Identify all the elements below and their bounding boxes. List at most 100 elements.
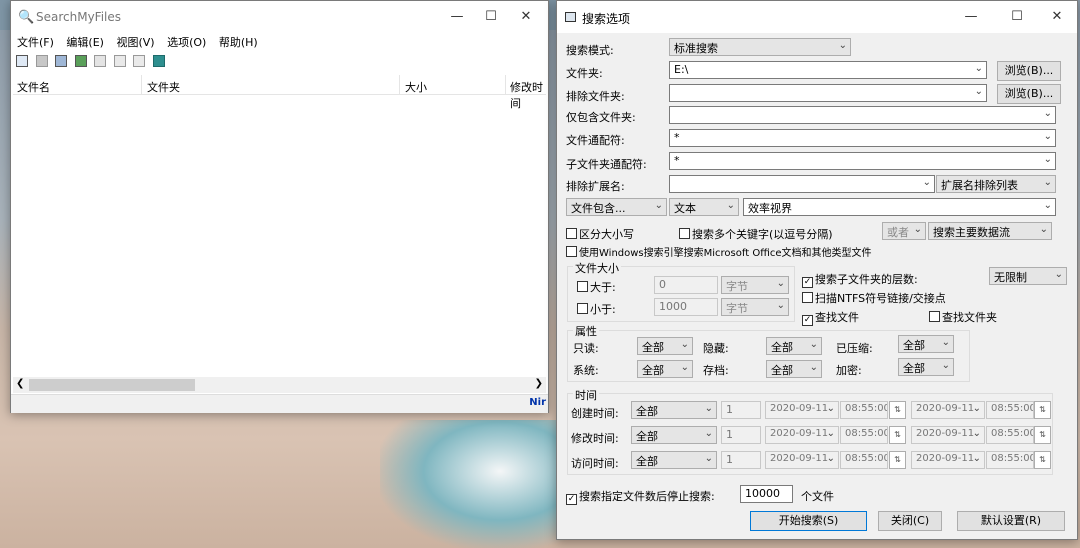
chevron-down-icon: ⌄ — [913, 224, 922, 235]
or-select[interactable]: 或者 ⌄ — [882, 222, 926, 240]
time-from-input[interactable]: 08:55:00 — [840, 451, 888, 469]
close-button[interactable]: ✕ — [1034, 1, 1080, 33]
copy-icon[interactable] — [94, 55, 106, 67]
spinner-icon[interactable]: ⇅ — [889, 401, 906, 419]
windows-search-checkbox[interactable]: 使用Windows搜索引擎搜索Microsoft Office文档和其他类型文件 — [566, 244, 872, 259]
contains-input[interactable]: 效率视界 ⌄ — [743, 198, 1056, 216]
nirsoft-logo[interactable]: Nir — [529, 397, 546, 408]
col-folder[interactable]: 文件夹 — [147, 79, 180, 95]
spinner-icon[interactable]: ⇅ — [889, 451, 906, 469]
save-icon[interactable] — [55, 55, 67, 67]
spinner-icon[interactable]: ⇅ — [1034, 401, 1051, 419]
open-icon[interactable] — [35, 55, 48, 67]
date-to-input[interactable]: 2020-09-11 ⌄ — [911, 451, 985, 469]
scrollbar-thumb[interactable] — [29, 379, 195, 391]
smaller-input[interactable]: 1000 — [654, 298, 718, 316]
time-range-select[interactable]: 全部 ⌄ — [631, 451, 717, 469]
date-from-input[interactable]: 2020-09-11 ⌄ — [765, 451, 839, 469]
exclude-ext-input[interactable]: ⌄ — [669, 175, 935, 193]
data-stream-select[interactable]: 搜索主要数据流 ⌄ — [928, 222, 1052, 240]
horizontal-scrollbar[interactable]: ❮ ❯ — [13, 377, 546, 393]
exclude-folder-input[interactable]: ⌄ — [669, 84, 987, 102]
date-from-input[interactable]: 2020-09-11 ⌄ — [765, 426, 839, 444]
scan-ntfs-checkbox[interactable]: 扫描NTFS符号链接/交接点 — [802, 290, 946, 306]
time-to-input[interactable]: 08:55:00 — [986, 401, 1034, 419]
time-to-input[interactable]: 08:55:00 — [986, 426, 1034, 444]
time-from-input[interactable]: 08:55:00 — [840, 426, 888, 444]
close-button[interactable]: ✕ — [503, 1, 549, 33]
col-filename[interactable]: 文件名 — [17, 79, 50, 95]
bigger-input[interactable]: 0 — [654, 276, 718, 294]
multi-keywords-checkbox[interactable]: 搜索多个关键字(以逗号分隔) — [679, 226, 833, 242]
bigger-unit-select[interactable]: 字节 ⌄ — [721, 276, 789, 294]
time-from-input[interactable]: 08:55:00 — [840, 401, 888, 419]
time-range-select[interactable]: 全部 ⌄ — [631, 401, 717, 419]
date-from-input[interactable]: 2020-09-11 ⌄ — [765, 401, 839, 419]
col-modified[interactable]: 修改时间 — [510, 79, 546, 111]
menu-help[interactable]: 帮助(H) — [219, 36, 258, 49]
chevron-down-icon: ⌄ — [1054, 269, 1063, 280]
archive-select[interactable]: 全部 ⌄ — [766, 360, 822, 378]
hidden-select[interactable]: 全部 ⌄ — [766, 337, 822, 355]
stop-after-input[interactable]: 10000 — [740, 485, 793, 503]
time-range-select[interactable]: 全部 ⌄ — [631, 426, 717, 444]
subfolder-depth-checkbox[interactable]: ✓ 搜索子文件夹的层数: — [802, 271, 918, 288]
chevron-down-icon: ⌄ — [826, 428, 835, 439]
contains-select[interactable]: 文件包含... ⌄ — [566, 198, 667, 216]
find-files-checkbox[interactable]: ✓ 查找文件 — [802, 309, 859, 326]
bigger-checkbox[interactable]: 大于: — [577, 279, 616, 295]
time-count-input[interactable]: 1 — [721, 426, 761, 444]
smaller-checkbox[interactable]: 小于: — [577, 301, 616, 317]
col-size[interactable]: 大小 — [405, 79, 427, 95]
exit-icon[interactable] — [152, 55, 165, 67]
spinner-icon[interactable]: ⇅ — [1034, 426, 1051, 444]
smaller-unit-select[interactable]: 字节 ⌄ — [721, 298, 789, 316]
start-search-button[interactable]: 开始搜索(S) — [750, 511, 867, 531]
chevron-down-icon: ⌄ — [1043, 131, 1052, 142]
system-select[interactable]: 全部 ⌄ — [637, 360, 693, 378]
chevron-down-icon: ⌄ — [838, 40, 847, 51]
date-to-input[interactable]: 2020-09-11 ⌄ — [911, 401, 985, 419]
date-to-input[interactable]: 2020-09-11 ⌄ — [911, 426, 985, 444]
chevron-down-icon: ⌄ — [941, 360, 950, 371]
chevron-down-icon: ⌄ — [972, 403, 981, 414]
depth-select[interactable]: 无限制 ⌄ — [989, 267, 1067, 285]
find-icon[interactable] — [133, 55, 145, 67]
readonly-select[interactable]: 全部 ⌄ — [637, 337, 693, 355]
default-settings-button[interactable]: 默认设置(R) — [957, 511, 1065, 531]
ext-list-select[interactable]: 扩展名排除列表 ⌄ — [936, 175, 1056, 193]
subfolder-wildcard-input[interactable]: * ⌄ — [669, 152, 1056, 170]
scroll-right-icon[interactable]: ❯ — [535, 378, 543, 389]
properties-icon[interactable] — [113, 55, 126, 67]
menu-options[interactable]: 选项(O) — [167, 36, 206, 49]
include-only-input[interactable]: ⌄ — [669, 106, 1056, 124]
time-count-input[interactable]: 1 — [721, 451, 761, 469]
exclude-ext-label: 排除扩展名: — [566, 180, 625, 193]
encrypted-select[interactable]: 全部 ⌄ — [898, 358, 954, 376]
minimize-button[interactable]: — — [948, 1, 994, 33]
column-divider[interactable] — [141, 75, 142, 95]
column-divider[interactable] — [399, 75, 400, 95]
spinner-icon[interactable]: ⇅ — [1034, 451, 1051, 469]
menu-edit[interactable]: 编辑(E) — [66, 36, 104, 49]
close-dialog-button[interactable]: 关闭(C) — [878, 511, 942, 531]
stop-after-checkbox[interactable]: ✓ 搜索指定文件数后停止搜索: — [566, 488, 715, 505]
search-mode-select[interactable]: 标准搜索 ⌄ — [669, 38, 851, 56]
find-folders-checkbox[interactable]: 查找文件夹 — [929, 309, 997, 325]
browse-folder-button[interactable]: 浏览(B)... — [997, 61, 1061, 81]
compressed-select[interactable]: 全部 ⌄ — [898, 335, 954, 353]
time-to-input[interactable]: 08:55:00 — [986, 451, 1034, 469]
scroll-left-icon[interactable]: ❮ — [16, 378, 24, 389]
time-count-input[interactable]: 1 — [721, 401, 761, 419]
wildcard-input[interactable]: * ⌄ — [669, 129, 1056, 147]
browse-exclude-button[interactable]: 浏览(B)... — [997, 84, 1061, 104]
column-divider[interactable] — [505, 75, 506, 95]
text-type-select[interactable]: 文本 ⌄ — [669, 198, 739, 216]
menu-view[interactable]: 视图(V) — [116, 36, 154, 49]
folder-input[interactable]: E:\ ⌄ — [669, 61, 987, 79]
menu-file[interactable]: 文件(F) — [17, 36, 54, 49]
spinner-icon[interactable]: ⇅ — [889, 426, 906, 444]
refresh-icon[interactable] — [74, 55, 87, 67]
case-sensitive-checkbox[interactable]: 区分大小写 — [566, 226, 634, 242]
search-options-icon[interactable] — [16, 55, 28, 67]
